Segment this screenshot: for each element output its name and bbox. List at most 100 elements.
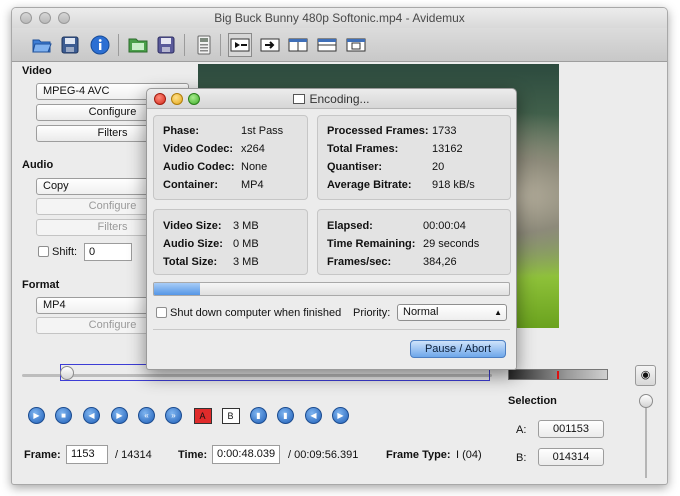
shift-checkbox[interactable]: [38, 246, 49, 260]
audio-codec-value: Copy: [43, 180, 69, 192]
pause-abort-button[interactable]: Pause / Abort: [410, 340, 506, 358]
next-black-frame-icon[interactable]: ▶︎: [330, 405, 351, 426]
total-frames-label: Total Frames:: [327, 143, 399, 155]
volume-track: [645, 406, 647, 478]
video-codec-label: Video Codec:: [163, 143, 234, 155]
save-image-icon[interactable]: [154, 33, 178, 57]
window-title: Big Buck Bunny 480p Softonic.mp4 - Avide…: [214, 11, 465, 25]
selection-a-button[interactable]: 001153: [538, 420, 604, 438]
selection-b-label: B:: [516, 452, 527, 464]
frames-per-sec-label: Frames/sec:: [327, 256, 392, 268]
play-filtered-icon[interactable]: [228, 33, 252, 57]
time-remaining-label: Time Remaining:: [327, 238, 416, 250]
frames-per-sec-value: 384,26: [423, 256, 457, 268]
quantiser-label: Quantiser:: [327, 161, 383, 173]
save-icon[interactable]: [58, 33, 82, 57]
title-bar: Big Buck Bunny 480p Softonic.mp4 - Avide…: [12, 8, 667, 28]
time-label: Time:: [178, 449, 208, 461]
dialog-title: Encoding...: [309, 92, 370, 106]
seek-slider-knob[interactable]: [60, 366, 74, 380]
audio-section-label: Audio: [22, 159, 54, 171]
container-info: MP4: [241, 179, 264, 191]
video-codec-info: x264: [241, 143, 265, 155]
shift-input[interactable]: 0: [84, 243, 132, 261]
open-image-icon[interactable]: [126, 33, 150, 57]
elapsed-value: 00:00:04: [423, 220, 466, 232]
frame-type-value: I (04): [456, 449, 482, 461]
frame-total: / 14314: [115, 449, 152, 461]
dialog-close-button[interactable]: [154, 93, 166, 105]
split-view-icon[interactable]: [286, 33, 310, 57]
shutdown-checkbox[interactable]: [156, 307, 167, 321]
previous-keyframe-icon[interactable]: «: [136, 405, 157, 426]
priority-value: Normal: [403, 306, 439, 318]
priority-label: Priority:: [353, 307, 391, 319]
processed-frames-value: 1733: [432, 125, 457, 137]
output-icon[interactable]: [258, 33, 282, 57]
audio-codec-info: None: [241, 161, 268, 173]
audio-size-label: Audio Size:: [163, 238, 223, 250]
shutdown-label: Shut down computer when finished: [170, 307, 342, 319]
audio-size-value: 0 MB: [233, 238, 259, 250]
dialog-divider: [153, 329, 510, 330]
frame-label: Frame:: [24, 449, 61, 461]
audio-meter: [508, 369, 608, 380]
select-arrows-icon: ▲︎: [494, 308, 502, 317]
video-size-value: 3 MB: [233, 220, 259, 232]
dialog-zoom-button[interactable]: [188, 93, 200, 105]
calculator-icon[interactable]: [192, 33, 216, 57]
elapsed-label: Elapsed:: [327, 220, 373, 232]
audio-codec-label: Audio Codec:: [163, 161, 235, 173]
volume-icon[interactable]: ◉: [635, 365, 656, 386]
set-marker-a-icon[interactable]: A: [192, 405, 213, 426]
time-info-box: Elapsed: 00:00:04 Time Remaining: 29 secon…: [317, 209, 511, 275]
container-value: MP4: [43, 299, 66, 311]
preview-icon[interactable]: [344, 33, 368, 57]
zoom-window-button[interactable]: [58, 12, 70, 24]
size-info-box: Video Size: 3 MB Audio Size: 0 MB Total Si…: [153, 209, 308, 275]
open-folder-icon[interactable]: [30, 33, 54, 57]
video-section-label: Video: [22, 65, 52, 77]
next-keyframe-icon[interactable]: »: [163, 405, 184, 426]
encoding-dialog: Encoding... Phase: 1st Pass Video Codec: x…: [146, 88, 517, 370]
frame-type-label: Frame Type:: [386, 449, 451, 461]
play-icon[interactable]: ▶︎: [26, 405, 47, 426]
previous-black-frame-icon[interactable]: ◀︎: [303, 405, 324, 426]
total-size-label: Total Size:: [163, 256, 218, 268]
time-total: / 00:09:56.391: [288, 449, 359, 461]
selection-b-button[interactable]: 014314: [538, 448, 604, 466]
frame-stats-box: Processed Frames: 1733 Total Frames: 13162…: [317, 115, 511, 200]
dialog-title-bar: Encoding...: [147, 89, 516, 109]
total-frames-value: 13162: [432, 143, 463, 155]
close-window-button[interactable]: [20, 12, 32, 24]
volume-slider-knob[interactable]: [639, 394, 653, 408]
next-frame-icon[interactable]: ▶︎: [109, 405, 130, 426]
toolbar: [12, 28, 667, 62]
dialog-minimize-button[interactable]: [171, 93, 183, 105]
priority-select[interactable]: Normal ▲︎: [397, 304, 507, 321]
total-size-value: 3 MB: [233, 256, 259, 268]
container-label: Container:: [163, 179, 218, 191]
info-icon[interactable]: [88, 33, 112, 57]
frame-input[interactable]: 1153: [66, 445, 108, 464]
phase-label: Phase:: [163, 125, 200, 137]
average-bitrate-value: 918 kB/s: [432, 179, 475, 191]
video-codec-value: MPEG-4 AVC: [43, 85, 110, 97]
average-bitrate-label: Average Bitrate:: [327, 179, 412, 191]
dialog-app-icon: [293, 94, 306, 104]
format-section-label: Format: [22, 279, 60, 291]
processed-frames-label: Processed Frames:: [327, 125, 429, 137]
time-input[interactable]: 0:00:48.039: [212, 445, 280, 464]
job-info-box: Phase: 1st Pass Video Codec: x264 Audio Co…: [153, 115, 308, 200]
quantiser-value: 20: [432, 161, 445, 173]
minimize-window-button[interactable]: [39, 12, 51, 24]
goto-marker-a-icon[interactable]: ▮: [248, 405, 269, 426]
selection-title: Selection: [508, 395, 557, 407]
selection-a-label: A:: [516, 424, 527, 436]
previous-frame-icon[interactable]: ◀︎: [81, 405, 102, 426]
horizontal-split-icon[interactable]: [315, 33, 339, 57]
set-marker-b-icon[interactable]: B: [220, 405, 241, 426]
stop-icon[interactable]: ■: [53, 405, 74, 426]
goto-marker-b-icon[interactable]: ▮: [275, 405, 296, 426]
encoding-progress-fill: [154, 283, 201, 295]
